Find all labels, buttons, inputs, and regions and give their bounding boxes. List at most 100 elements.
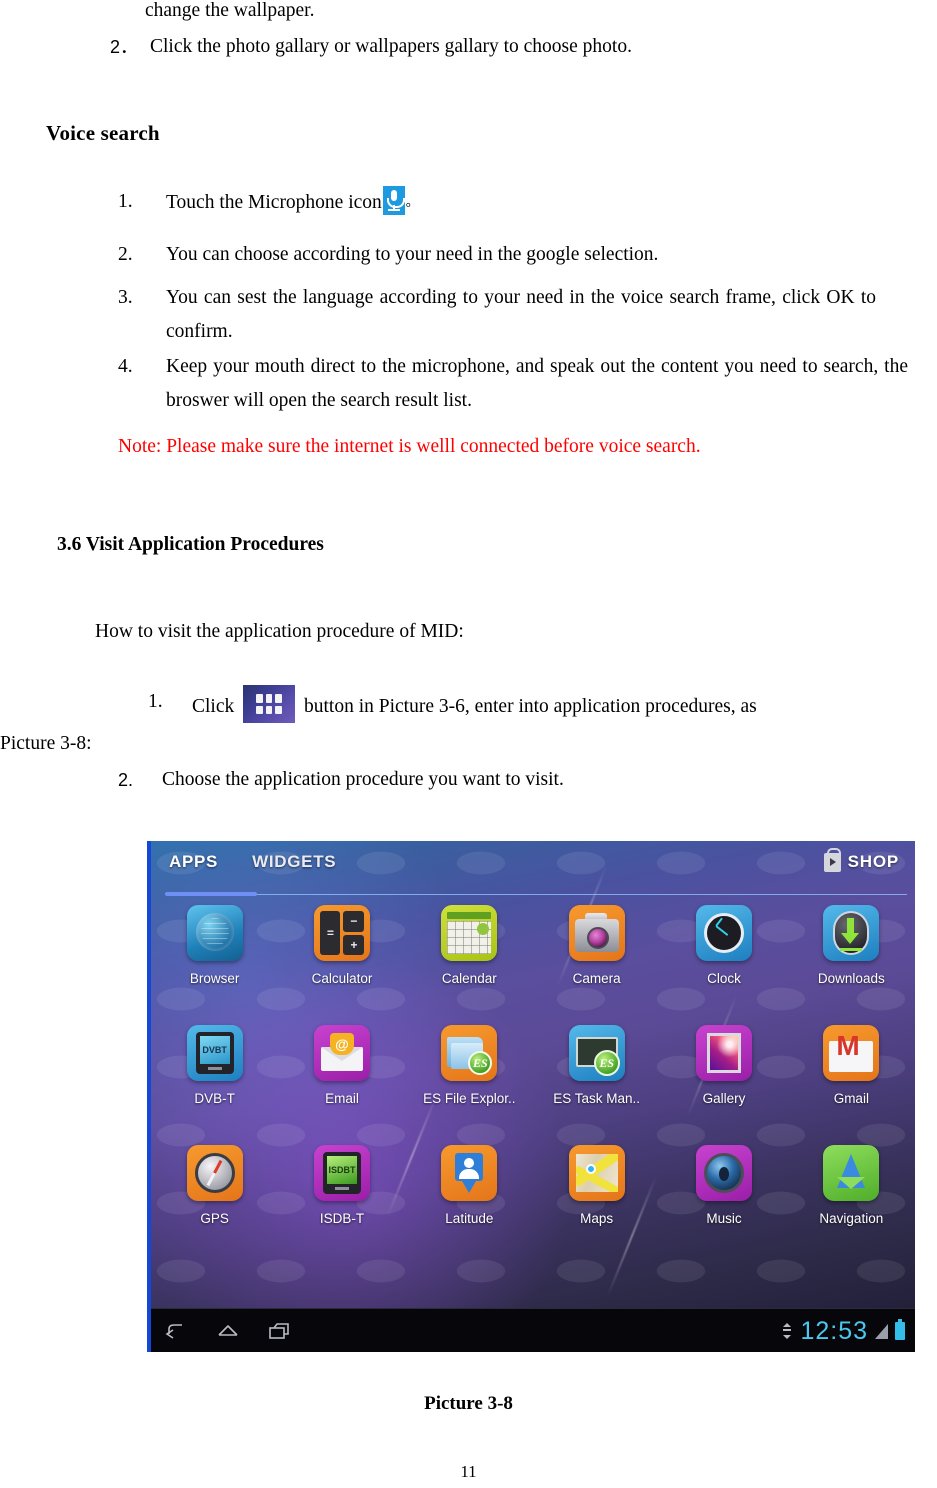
es-file-explorer-icon: ES bbox=[441, 1025, 498, 1081]
shopping-bag-icon bbox=[823, 847, 842, 872]
app-label: Browser bbox=[189, 971, 240, 986]
recents-icon[interactable] bbox=[267, 1318, 293, 1344]
app-label: Camera bbox=[572, 971, 621, 986]
list-item-text: Choose the application procedure you wan… bbox=[162, 769, 564, 790]
figure-caption: Picture 3-8 bbox=[424, 1393, 513, 1414]
section-intro-text: How to visit the application procedure o… bbox=[95, 621, 464, 642]
navigation-icon bbox=[823, 1145, 880, 1201]
app-item-maps[interactable]: Maps bbox=[533, 1139, 660, 1259]
usb-transfer-icon bbox=[781, 1322, 793, 1340]
app-item-gallery[interactable]: Gallery bbox=[660, 1019, 787, 1139]
app-item-es-file-explorer[interactable]: ES ES File Explor.. bbox=[406, 1019, 533, 1139]
isdb-screen-text: ISDBT bbox=[326, 1156, 357, 1184]
gps-icon bbox=[186, 1145, 243, 1201]
tab-apps[interactable]: APPS bbox=[169, 852, 218, 874]
app-label: Music bbox=[706, 1211, 742, 1226]
shop-button[interactable]: SHOP bbox=[823, 847, 899, 872]
app-label: Calculator bbox=[311, 971, 373, 986]
dvb-t-icon: DVBT bbox=[186, 1025, 243, 1081]
wallpaper-step-continuation: change the wallpaper. bbox=[145, 0, 315, 21]
app-item-gmail[interactable]: M Gmail bbox=[788, 1019, 915, 1139]
app-label: Latitude bbox=[445, 1211, 494, 1226]
signal-icon bbox=[875, 1323, 888, 1339]
app-item-gps[interactable]: GPS bbox=[151, 1139, 278, 1259]
list-marker: 1. bbox=[118, 191, 133, 212]
list-marker: 2. bbox=[118, 244, 133, 265]
calculator-icon: − = + bbox=[313, 905, 370, 961]
launcher-wallpaper: APPS WIDGETS SHOP Browser − = + Calculat… bbox=[151, 841, 915, 1308]
step-text-after-icon: button in Picture 3-6, enter into applic… bbox=[304, 696, 757, 717]
list-item-text: Click button in Picture 3-6, enter into … bbox=[192, 685, 908, 724]
app-label: Gmail bbox=[833, 1091, 869, 1106]
list-item-voice-step-4: 4. Keep your mouth direct to the microph… bbox=[118, 350, 908, 418]
app-item-clock[interactable]: Clock bbox=[660, 899, 787, 1019]
app-label: Calendar bbox=[441, 971, 497, 986]
app-item-isdb-t[interactable]: ISDBT ISDB-T bbox=[278, 1139, 405, 1259]
es-task-manager-icon: ES bbox=[568, 1025, 625, 1081]
step-text-before-icon: Touch the Microphone icon bbox=[166, 192, 382, 213]
isdb-t-icon: ISDBT bbox=[313, 1145, 370, 1201]
app-item-browser[interactable]: Browser bbox=[151, 899, 278, 1019]
system-status-area: 12:53 bbox=[781, 1309, 905, 1352]
system-nav-buttons bbox=[163, 1309, 293, 1352]
app-item-dvb-t[interactable]: DVBT DVB-T bbox=[151, 1019, 278, 1139]
app-item-music[interactable]: Music bbox=[660, 1139, 787, 1259]
visit-step-1-overflow: Picture 3-8: bbox=[0, 733, 92, 754]
es-badge-glyph: ES bbox=[593, 1050, 620, 1076]
es-badge-glyph: ES bbox=[468, 1051, 493, 1075]
launcher-tabbar: APPS WIDGETS SHOP bbox=[151, 841, 915, 896]
launcher-tabs: APPS WIDGETS bbox=[169, 852, 336, 874]
tab-widgets[interactable]: WIDGETS bbox=[252, 852, 336, 874]
app-item-calculator[interactable]: − = + Calculator bbox=[278, 899, 405, 1019]
section-heading-3-6: 3.6 Visit Application Procedures bbox=[57, 534, 324, 555]
camera-icon bbox=[568, 905, 625, 961]
list-item-voice-step-1: 1. Touch the Microphone icon 。 bbox=[118, 185, 908, 220]
gallery-icon bbox=[695, 1025, 752, 1081]
list-marker: 1. bbox=[148, 691, 163, 712]
list-item-text: Touch the Microphone icon 。 bbox=[166, 185, 419, 220]
list-item-text: You can choose according to your need in… bbox=[166, 244, 659, 265]
app-item-email[interactable]: @ Email bbox=[278, 1019, 405, 1139]
app-item-downloads[interactable]: Downloads bbox=[788, 899, 915, 1019]
app-label: DVB-T bbox=[194, 1091, 235, 1106]
step-text-before-icon: Click bbox=[192, 696, 235, 717]
app-item-navigation[interactable]: Navigation bbox=[788, 1139, 915, 1259]
apps-grid-icon bbox=[243, 685, 296, 723]
list-item-voice-step-3: 3. You can sest the language according t… bbox=[118, 281, 908, 349]
tabbar-divider bbox=[165, 894, 907, 895]
list-item-text: Keep your mouth direct to the microphone… bbox=[166, 356, 908, 411]
list-item-voice-step-2: 2. You can choose according to your need… bbox=[118, 238, 908, 272]
list-marker: 2. bbox=[118, 770, 134, 790]
email-at-glyph: @ bbox=[329, 1033, 354, 1055]
home-icon[interactable] bbox=[215, 1318, 241, 1344]
back-icon[interactable] bbox=[163, 1318, 189, 1344]
ideographic-full-stop: 。 bbox=[405, 194, 419, 209]
music-icon bbox=[695, 1145, 752, 1201]
list-marker: 3. bbox=[118, 287, 133, 308]
app-item-es-task-manager[interactable]: ES ES Task Man.. bbox=[533, 1019, 660, 1139]
browser-icon bbox=[186, 905, 243, 961]
list-item-text: Click the photo gallary or wallpapers ga… bbox=[150, 36, 632, 57]
list-item-visit-step-1: 1. Click button in Picture 3-6, enter in… bbox=[148, 685, 908, 724]
page-subheading-voice-search: Voice search bbox=[46, 121, 160, 145]
voice-search-note: Note: Please make sure the internet is w… bbox=[118, 436, 701, 457]
app-label: Downloads bbox=[817, 971, 885, 986]
list-item-visit-step-2: 2. Choose the application procedure you … bbox=[118, 763, 908, 797]
app-item-camera[interactable]: Camera bbox=[533, 899, 660, 1019]
app-label: ISDB-T bbox=[319, 1211, 365, 1226]
document-page: change the wallpaper. 2． Click the photo… bbox=[0, 0, 937, 1488]
app-grid: Browser − = + Calculator Calendar Camera… bbox=[151, 899, 915, 1259]
app-label: GPS bbox=[200, 1211, 229, 1226]
list-marker: 2． bbox=[110, 37, 139, 57]
list-item-wallpaper-step-2: 2． Click the photo gallary or wallpapers… bbox=[110, 30, 900, 64]
app-item-calendar[interactable]: Calendar bbox=[406, 899, 533, 1019]
latitude-icon bbox=[441, 1145, 498, 1201]
active-tab-underline bbox=[165, 892, 257, 896]
page-number: 11 bbox=[460, 1462, 477, 1481]
dvb-screen-text: DVBT bbox=[199, 1036, 230, 1064]
app-item-latitude[interactable]: Latitude bbox=[406, 1139, 533, 1259]
downloads-icon bbox=[823, 905, 880, 961]
app-label: ES File Explor.. bbox=[423, 1091, 516, 1106]
maps-icon bbox=[568, 1145, 625, 1201]
app-label: Navigation bbox=[819, 1211, 884, 1226]
